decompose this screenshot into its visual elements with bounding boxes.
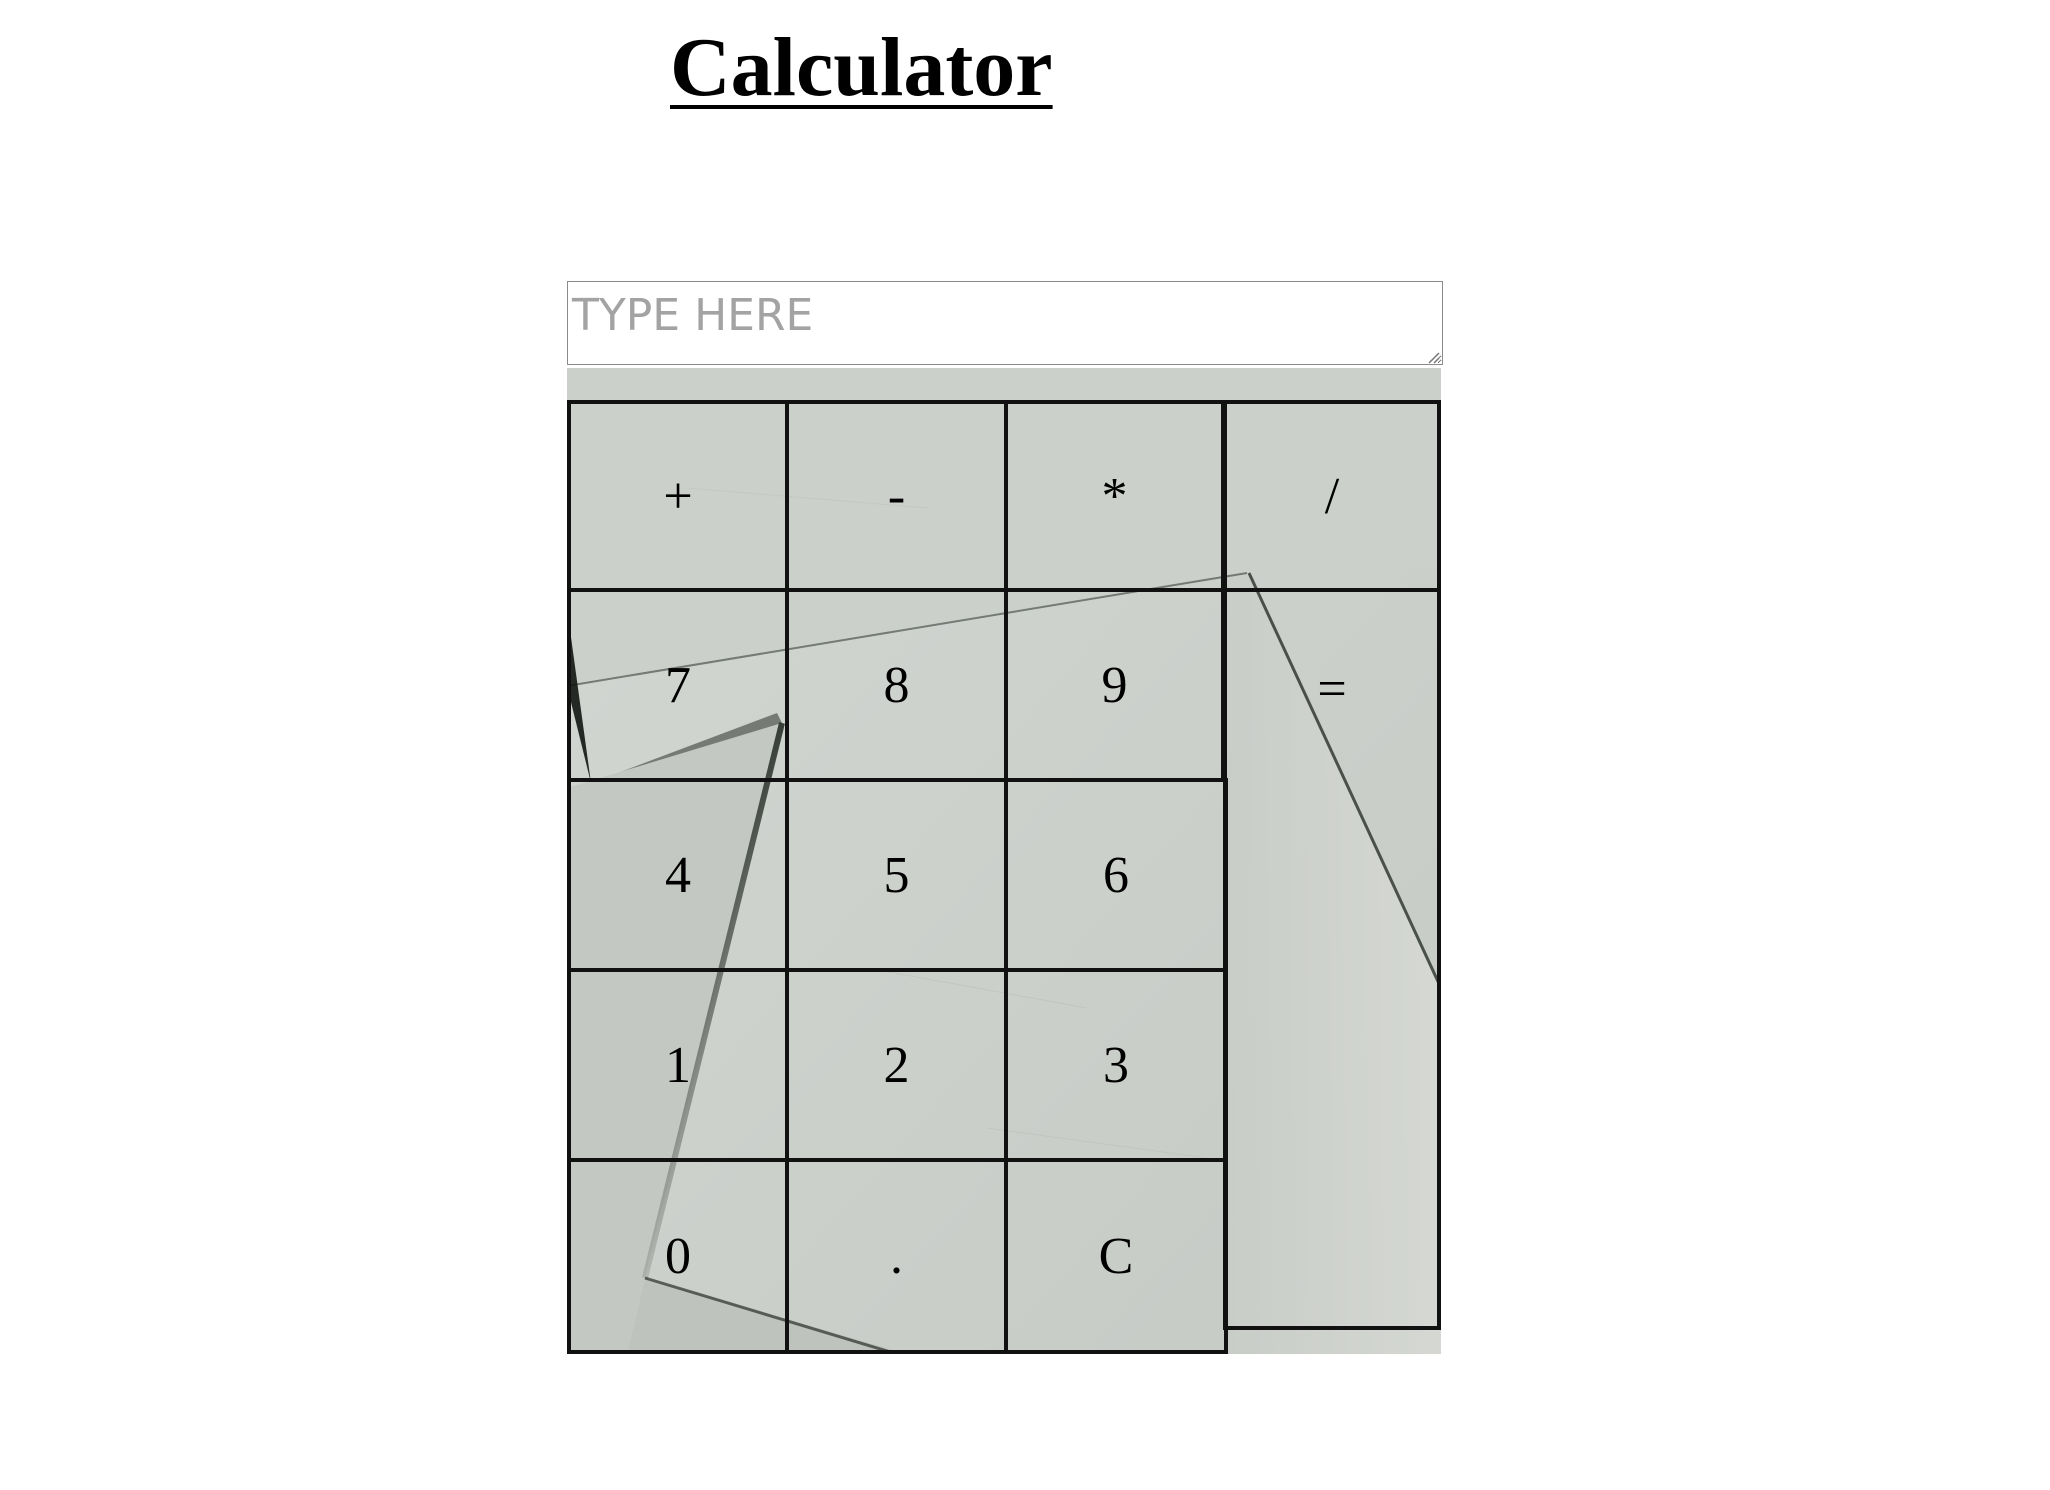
two-label: 2: [883, 1036, 910, 1094]
three-label: 3: [1103, 1036, 1129, 1094]
minus-label: -: [887, 467, 906, 525]
two-button[interactable]: 2: [785, 968, 1008, 1162]
nine-label: 9: [1101, 656, 1128, 714]
calculator-page: Calculator TYPE HERE + - * / 7 8 9 = 4 5…: [0, 0, 2050, 1490]
clear-button[interactable]: C: [1004, 1158, 1228, 1354]
eight-button[interactable]: 8: [785, 588, 1008, 782]
calculator-display-input[interactable]: [567, 281, 1443, 365]
multiply-button[interactable]: *: [1004, 400, 1225, 592]
one-button[interactable]: 1: [567, 968, 789, 1162]
six-label: 6: [1103, 846, 1129, 904]
plus-button[interactable]: +: [567, 400, 789, 592]
zero-button[interactable]: 0: [567, 1158, 789, 1354]
eight-label: 8: [883, 656, 910, 714]
seven-button[interactable]: 7: [567, 588, 789, 782]
minus-button[interactable]: -: [785, 400, 1008, 592]
equals-button[interactable]: =: [1223, 588, 1441, 1330]
decimal-point-button[interactable]: .: [785, 1158, 1008, 1354]
nine-button[interactable]: 9: [1004, 588, 1225, 782]
five-button[interactable]: 5: [785, 778, 1008, 972]
five-label: 5: [883, 846, 910, 904]
six-button[interactable]: 6: [1004, 778, 1228, 972]
three-button[interactable]: 3: [1004, 968, 1228, 1162]
zero-label: 0: [665, 1227, 691, 1285]
divide-button[interactable]: /: [1223, 400, 1441, 592]
equals-label: =: [1317, 661, 1347, 718]
one-label: 1: [665, 1036, 691, 1094]
seven-label: 7: [665, 656, 691, 714]
decimal-point-label: .: [890, 1227, 903, 1285]
clear-label: C: [1098, 1227, 1134, 1285]
keypad: + - * / 7 8 9 = 4 5 6 1 2 3 0 . C: [567, 368, 1441, 1354]
four-label: 4: [665, 846, 691, 904]
page-title: Calculator: [670, 21, 1053, 114]
plus-label: +: [663, 467, 693, 525]
divide-label: /: [1324, 467, 1340, 525]
multiply-label: *: [1101, 467, 1128, 525]
four-button[interactable]: 4: [567, 778, 789, 972]
